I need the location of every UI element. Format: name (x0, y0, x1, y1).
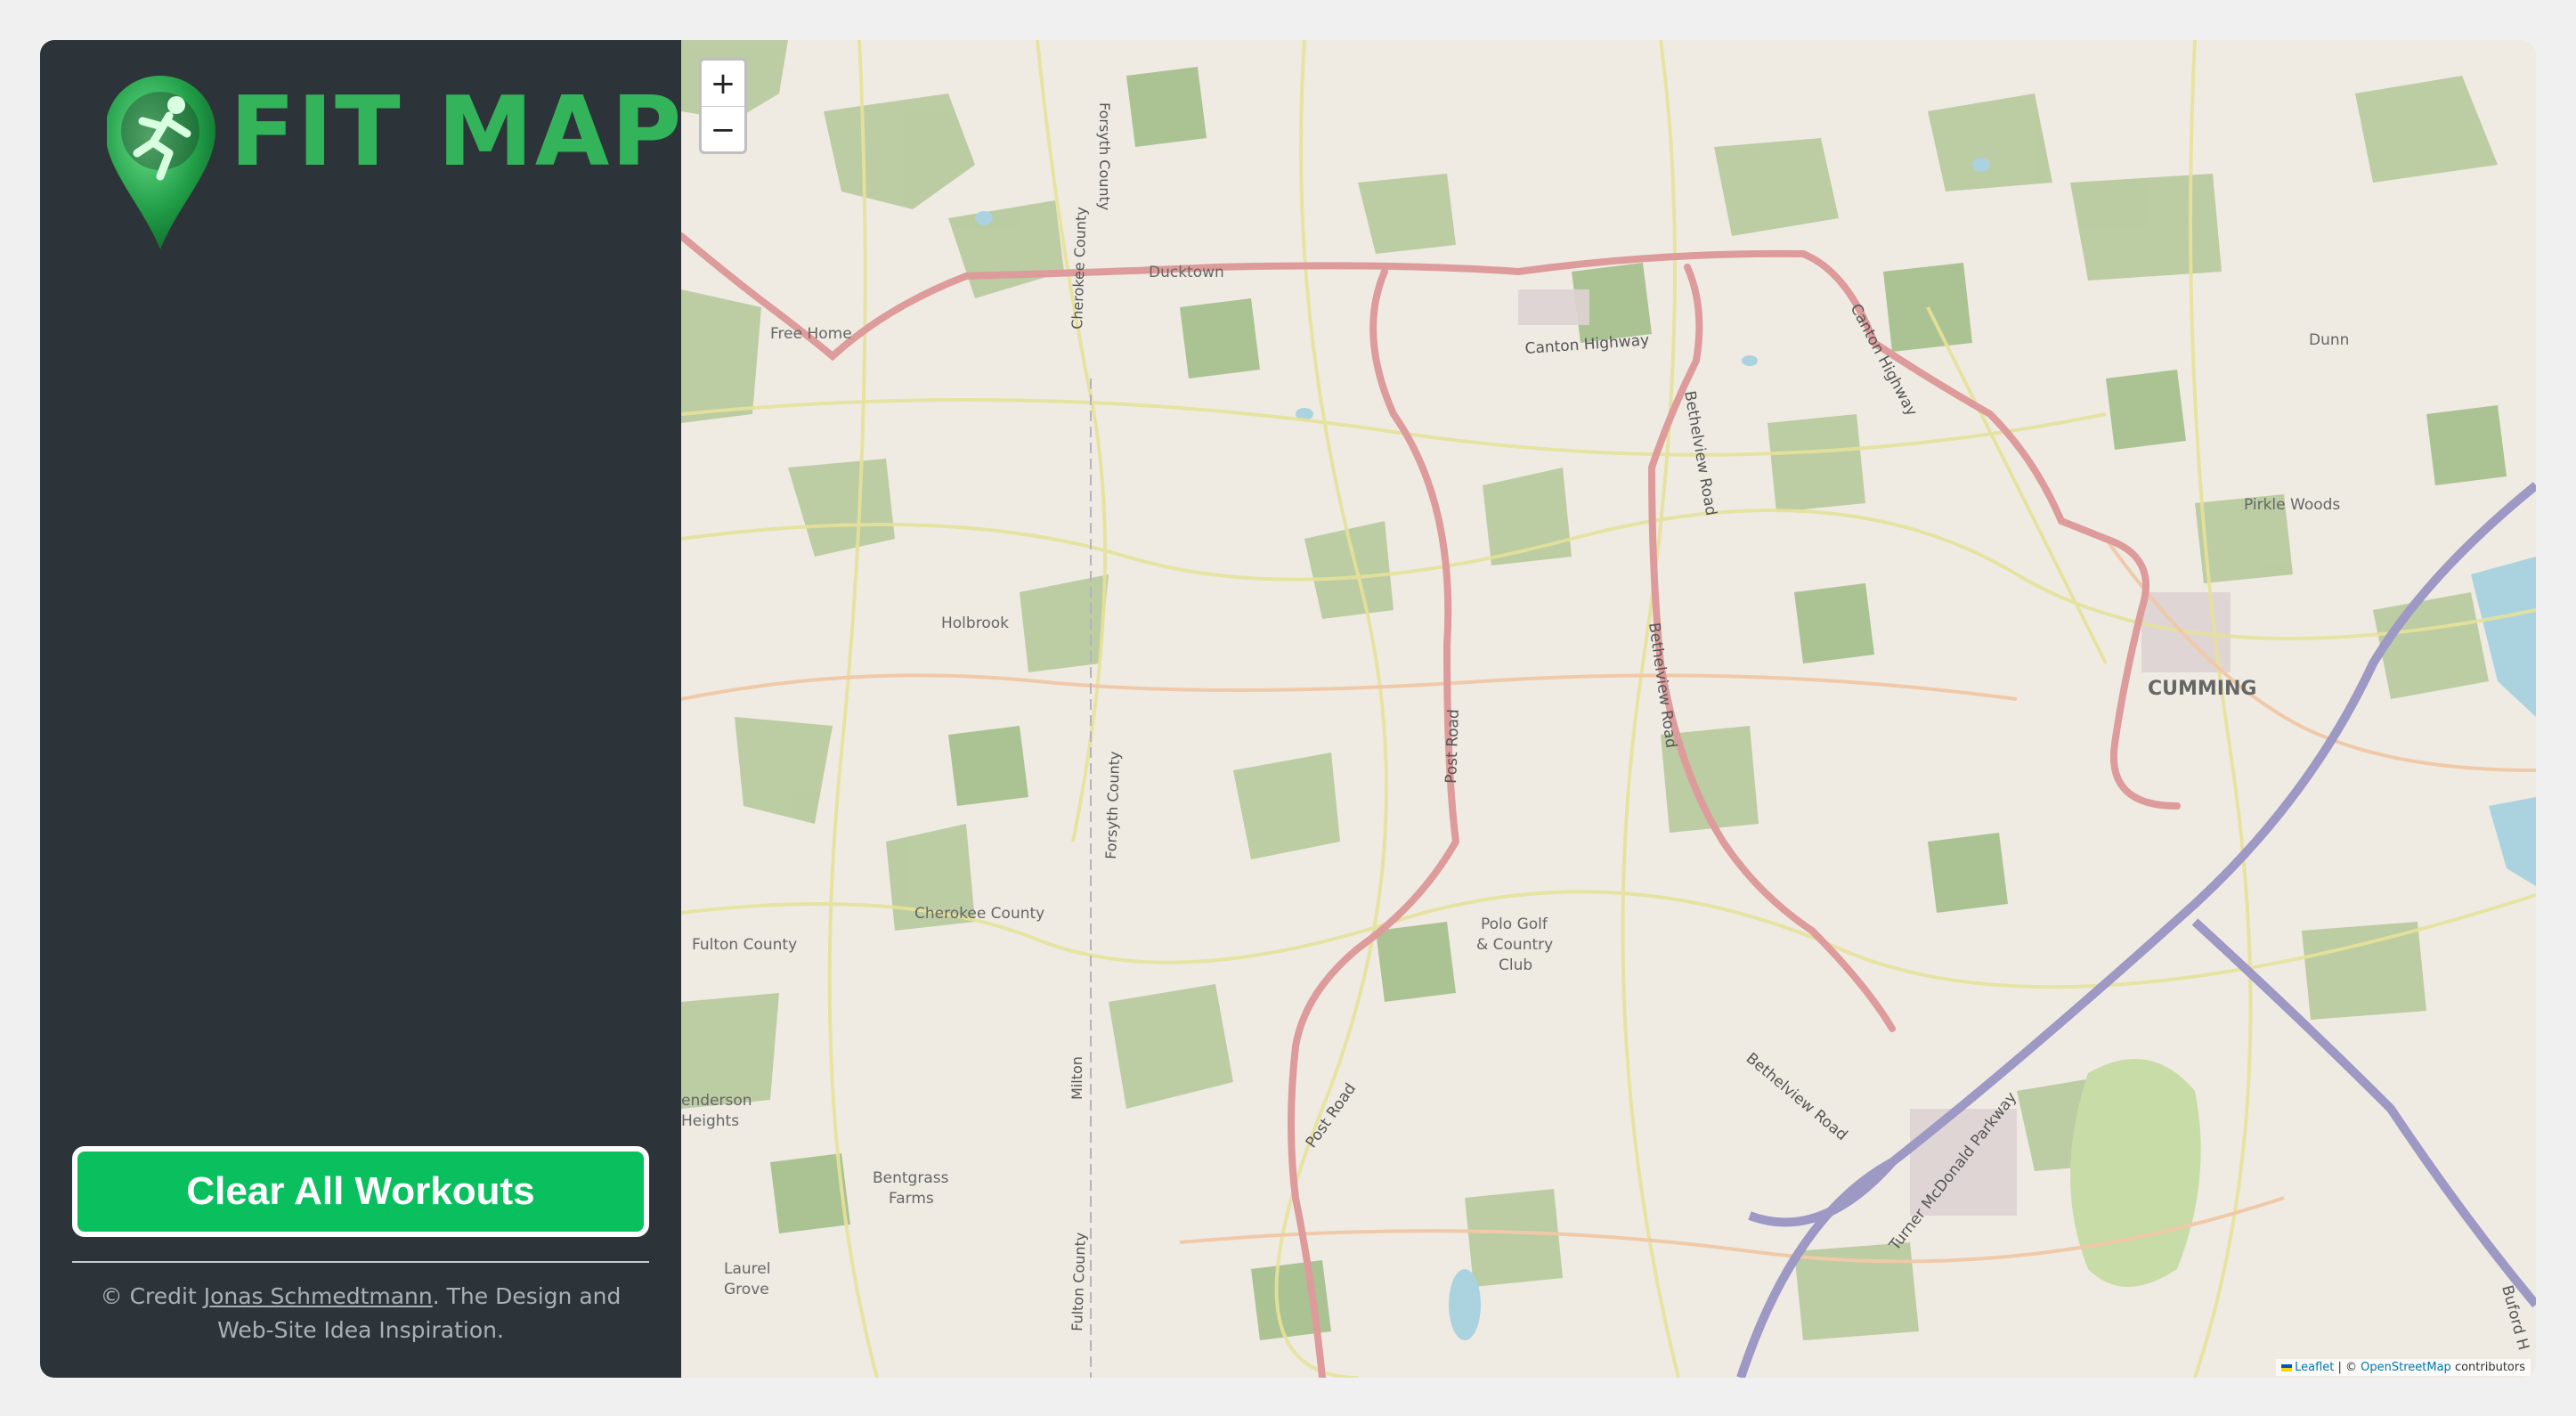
place-free-home: Free Home (770, 325, 852, 343)
place-henderson-2: Heights (681, 1112, 739, 1130)
place-laurel-2: Grove (724, 1281, 769, 1298)
road-post-road-1: Post Road (1442, 709, 1463, 784)
place-fulton-county: Fulton County (692, 936, 797, 954)
place-bentgrass-2: Farms (889, 1190, 934, 1208)
place-polo-3: Club (1499, 956, 1532, 974)
ukraine-flag-icon (2281, 1363, 2293, 1371)
zoom-control: + − (699, 58, 747, 154)
road-fulton-county-v: Fulton County (1069, 1232, 1089, 1331)
footer-divider (72, 1261, 649, 1263)
map-tiles[interactable]: Ducktown Free Home Holbrook Cherokee Cou… (681, 40, 2536, 1378)
place-polo-2: & Country (1476, 936, 1553, 954)
place-cumming: CUMMING (2148, 678, 2256, 700)
attribution-suffix: contributors (2450, 1361, 2525, 1374)
clear-all-workouts-button[interactable]: Clear All Workouts (72, 1146, 649, 1237)
place-henderson-1: enderson (681, 1092, 752, 1110)
place-ducktown: Ducktown (1149, 264, 1224, 281)
app-logo: FIT MAP (107, 71, 681, 258)
place-polo-1: Polo Golf (1481, 916, 1548, 933)
logo-title: FIT MAP (230, 77, 684, 188)
place-pirkle-woods: Pirkle Woods (2244, 496, 2340, 514)
osm-link[interactable]: OpenStreetMap (2361, 1361, 2451, 1374)
road-forsyth-county-1: Forsyth County (1096, 102, 1113, 210)
map-container[interactable]: Ducktown Free Home Holbrook Cherokee Cou… (681, 40, 2536, 1378)
credit-text: © Credit Jonas Schmedtmann. The Design a… (72, 1280, 649, 1347)
credit-prefix: © Credit (100, 1283, 204, 1309)
place-bentgrass-1: Bentgrass (873, 1169, 949, 1187)
sidebar: FIT MAP Clear All Workouts © Credit Jona… (40, 40, 681, 1378)
leaflet-link[interactable]: Leaflet (2295, 1361, 2334, 1374)
place-cherokee-county: Cherokee County (914, 905, 1044, 923)
zoom-in-button[interactable]: + (702, 61, 744, 107)
place-dunn: Dunn (2309, 331, 2349, 349)
zoom-out-button[interactable]: − (702, 107, 744, 152)
place-holbrook: Holbrook (941, 614, 1009, 632)
map-attribution: Leaflet | © OpenStreetMap contributors (2276, 1359, 2531, 1376)
attribution-separator: | © (2334, 1361, 2361, 1374)
road-milton: Milton (1069, 1056, 1085, 1100)
credit-author-link[interactable]: Jonas Schmedtmann (204, 1283, 433, 1309)
runner-map-pin-icon (107, 76, 215, 249)
place-laurel-1: Laurel (724, 1260, 770, 1278)
